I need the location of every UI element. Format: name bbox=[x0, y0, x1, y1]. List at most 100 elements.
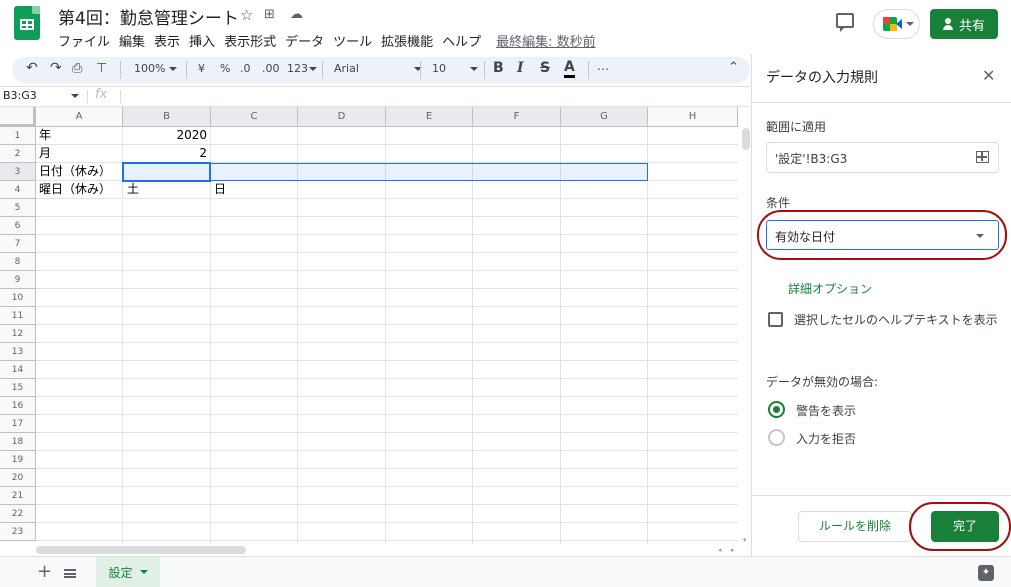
row-header[interactable]: 22 bbox=[0, 505, 36, 523]
cell-c4[interactable]: 日 bbox=[214, 181, 226, 198]
column-header-h[interactable]: H bbox=[648, 107, 738, 127]
horizontal-scrollbar[interactable] bbox=[36, 546, 246, 554]
advanced-options-link[interactable]: 詳細オプション bbox=[788, 280, 872, 297]
gridline bbox=[560, 127, 561, 544]
active-cell[interactable] bbox=[122, 162, 211, 182]
row-header[interactable]: 11 bbox=[0, 307, 36, 325]
row-header[interactable]: 17 bbox=[0, 415, 36, 433]
row-header[interactable]: 5 bbox=[0, 199, 36, 217]
font-select[interactable]: Arial bbox=[334, 62, 422, 75]
more-formats-select[interactable]: 123 bbox=[287, 62, 317, 75]
cell-b4[interactable]: 土 bbox=[127, 181, 139, 198]
meet-button[interactable] bbox=[873, 9, 920, 39]
comment-history-icon[interactable] bbox=[836, 13, 854, 32]
zoom-select[interactable]: 100% bbox=[134, 62, 178, 75]
scroll-down-icon[interactable]: ▾ bbox=[743, 536, 747, 544]
undo-icon[interactable]: ↶ bbox=[26, 60, 38, 76]
row-header[interactable]: 3 bbox=[0, 163, 36, 181]
strikethrough-button[interactable]: S bbox=[540, 60, 550, 76]
row-header[interactable]: 8 bbox=[0, 253, 36, 271]
row-header[interactable]: 1 bbox=[0, 127, 36, 145]
name-box[interactable]: B3:G3 bbox=[0, 87, 85, 106]
move-folder-icon[interactable]: ⊞ bbox=[264, 7, 275, 22]
range-input[interactable]: '設定'!B3:G3 bbox=[766, 142, 999, 173]
menu-view[interactable]: 表示 bbox=[154, 31, 180, 50]
row-header[interactable]: 23 bbox=[0, 523, 36, 541]
bold-button[interactable]: B bbox=[493, 60, 504, 76]
person-icon bbox=[942, 17, 953, 31]
percent-format-button[interactable]: % bbox=[220, 62, 230, 75]
row-header[interactable]: 15 bbox=[0, 379, 36, 397]
row-header[interactable]: 13 bbox=[0, 343, 36, 361]
print-icon[interactable]: ⎙ bbox=[72, 61, 82, 76]
share-button[interactable]: 共有 bbox=[930, 9, 998, 39]
row-header[interactable]: 16 bbox=[0, 397, 36, 415]
explore-icon[interactable]: ✦ bbox=[978, 565, 994, 581]
remove-rule-button[interactable]: ルールを削除 bbox=[798, 511, 912, 542]
menu-edit[interactable]: 編集 bbox=[119, 31, 145, 50]
add-sheet-icon[interactable]: + bbox=[37, 561, 52, 582]
column-header-d[interactable]: D bbox=[298, 107, 386, 127]
sheet-tab[interactable]: 設定 bbox=[96, 557, 160, 587]
row-header[interactable]: 21 bbox=[0, 487, 36, 505]
star-icon[interactable]: ☆ bbox=[240, 6, 253, 24]
row-header[interactable]: 10 bbox=[0, 289, 36, 307]
collapse-toolbar-icon[interactable]: ⌃ bbox=[728, 60, 739, 75]
menu-file[interactable]: ファイル bbox=[58, 31, 110, 50]
cell-a4[interactable]: 曜日（休み） bbox=[39, 181, 111, 198]
vertical-scrollbar[interactable] bbox=[742, 128, 750, 150]
column-header-g[interactable]: G bbox=[561, 107, 648, 127]
help-text-checkbox[interactable] bbox=[768, 312, 783, 327]
scroll-left-icon[interactable]: ◂ bbox=[718, 546, 722, 554]
more-options-button[interactable]: ⋯ bbox=[597, 62, 609, 76]
menu-insert[interactable]: 挿入 bbox=[189, 31, 215, 50]
cell-a2[interactable]: 月 bbox=[39, 145, 51, 162]
last-edit-link[interactable]: 最終編集: 数秒前 bbox=[496, 31, 596, 50]
row-header[interactable]: 18 bbox=[0, 433, 36, 451]
column-header-f[interactable]: F bbox=[473, 107, 561, 127]
row-header[interactable]: 2 bbox=[0, 145, 36, 163]
cell-b2[interactable]: 2 bbox=[126, 145, 207, 162]
reject-input-radio[interactable] bbox=[768, 429, 785, 446]
menu-extensions[interactable]: 拡張機能 bbox=[381, 31, 433, 50]
italic-button[interactable]: I bbox=[517, 60, 524, 76]
column-header-a[interactable]: A bbox=[36, 107, 123, 127]
row-header[interactable]: 4 bbox=[0, 181, 36, 199]
text-color-button[interactable]: A bbox=[564, 60, 575, 78]
cell-b1[interactable]: 2020 bbox=[126, 127, 207, 144]
all-sheets-icon[interactable] bbox=[64, 569, 76, 578]
row-header[interactable]: 6 bbox=[0, 217, 36, 235]
chevron-down-icon bbox=[139, 570, 148, 574]
column-header-b[interactable]: B bbox=[123, 107, 211, 127]
redo-icon[interactable]: ↷ bbox=[50, 60, 62, 76]
column-header-c[interactable]: C bbox=[211, 107, 298, 127]
select-range-icon[interactable] bbox=[976, 151, 989, 163]
row-header[interactable]: 20 bbox=[0, 469, 36, 487]
increase-decimal-button[interactable]: .00 bbox=[262, 62, 280, 75]
cell-a3[interactable]: 日付（休み） bbox=[39, 163, 111, 180]
paint-format-icon[interactable]: ⊤ bbox=[96, 61, 107, 76]
font-size-select[interactable]: 10 bbox=[432, 62, 478, 75]
menu-help[interactable]: ヘルプ bbox=[442, 31, 481, 50]
decrease-decimal-button[interactable]: .0 bbox=[240, 62, 251, 75]
row-header[interactable]: 12 bbox=[0, 325, 36, 343]
currency-format-button[interactable]: ¥ bbox=[198, 62, 205, 75]
sheets-logo-icon[interactable] bbox=[14, 6, 40, 40]
spreadsheet-grid[interactable]: A B C D E F G H 1 2 3 4 5 6 7 8 9 10 11 12 13 14 15 16 1… bbox=[0, 107, 738, 544]
menu-data[interactable]: データ bbox=[285, 31, 324, 50]
document-title[interactable]: 第4回：勤怠管理シート bbox=[58, 4, 239, 29]
menu-format[interactable]: 表示形式 bbox=[224, 31, 276, 50]
menu-tools[interactable]: ツール bbox=[333, 31, 372, 50]
formula-input[interactable] bbox=[124, 87, 744, 106]
cell-a1[interactable]: 年 bbox=[39, 127, 51, 144]
cloud-status-icon[interactable]: ☁ bbox=[290, 7, 303, 22]
row-header[interactable]: 9 bbox=[0, 271, 36, 289]
column-header-e[interactable]: E bbox=[386, 107, 473, 127]
row-header[interactable]: 14 bbox=[0, 361, 36, 379]
close-icon[interactable]: ✕ bbox=[982, 66, 995, 85]
row-header[interactable]: 19 bbox=[0, 451, 36, 469]
select-all-corner[interactable] bbox=[0, 107, 36, 127]
row-header[interactable]: 7 bbox=[0, 235, 36, 253]
scroll-right-icon[interactable]: ▸ bbox=[731, 546, 735, 554]
show-warning-radio[interactable] bbox=[768, 401, 785, 418]
